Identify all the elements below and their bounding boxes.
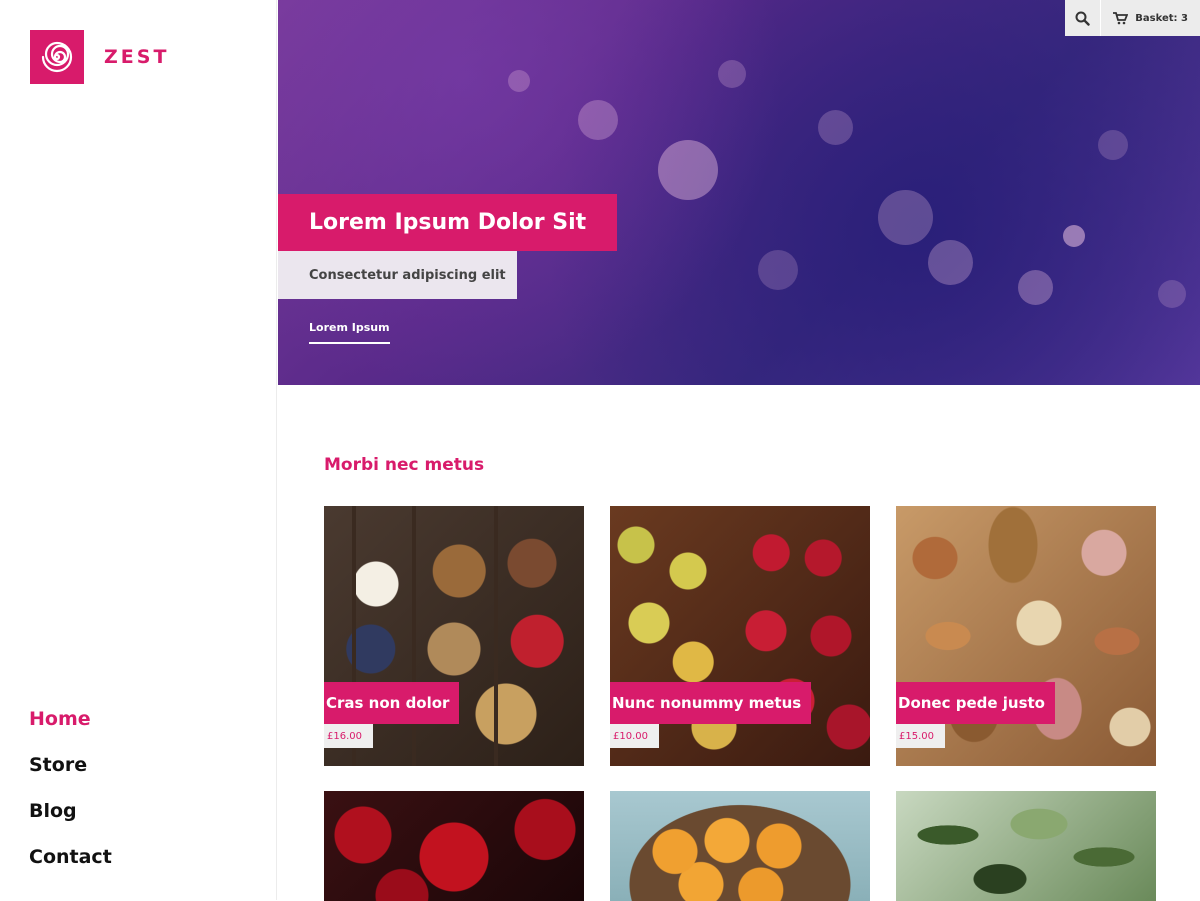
basket-button[interactable]: Basket: 3 xyxy=(1101,0,1200,36)
product-price-box: £10.00 xyxy=(610,724,659,748)
hero-link[interactable]: Lorem Ipsum xyxy=(309,321,390,344)
product-card[interactable] xyxy=(896,791,1156,901)
product-name-box: Donec pede justo xyxy=(896,682,1055,724)
product-name: Cras non dolor xyxy=(326,694,450,712)
topbar: Basket: 3 xyxy=(1065,0,1200,36)
product-card[interactable] xyxy=(324,791,584,901)
spiral-icon xyxy=(30,30,84,84)
nav-item-store[interactable]: Store xyxy=(29,749,112,795)
nav-item-home[interactable]: Home xyxy=(29,703,112,749)
basket-label: Basket: 3 xyxy=(1135,12,1188,24)
product-image xyxy=(610,791,870,901)
hero-title-box: Lorem Ipsum Dolor Sit xyxy=(278,194,618,251)
search-icon xyxy=(1075,11,1090,26)
product-price: £15.00 xyxy=(899,730,934,742)
hero-subtitle-box: Consectetur adipiscing elit xyxy=(278,251,517,299)
cart-icon xyxy=(1113,11,1129,24)
section-title: Morbi nec metus xyxy=(324,455,485,475)
product-card[interactable]: Donec pede justo £15.00 xyxy=(896,506,1156,766)
hero-banner: Lorem Ipsum Dolor Sit Consectetur adipis… xyxy=(278,0,1200,385)
brand-name: ZEST xyxy=(104,46,170,68)
search-button[interactable] xyxy=(1065,0,1102,36)
product-price-box: £15.00 xyxy=(896,724,945,748)
logo[interactable]: ZEST xyxy=(30,30,169,84)
product-name-box: Cras non dolor xyxy=(324,682,460,724)
hero-title: Lorem Ipsum Dolor Sit xyxy=(309,210,587,235)
product-image xyxy=(896,791,1156,901)
product-image xyxy=(324,791,584,901)
hero-subtitle: Consectetur adipiscing elit xyxy=(309,267,506,283)
nav-item-blog[interactable]: Blog xyxy=(29,795,112,841)
product-name: Donec pede justo xyxy=(898,694,1045,712)
nav-item-contact[interactable]: Contact xyxy=(29,841,112,887)
product-price: £16.00 xyxy=(327,730,362,742)
main-nav: Home Store Blog Contact xyxy=(29,703,112,887)
product-name-box: Nunc nonummy metus xyxy=(610,682,812,724)
product-price-box: £16.00 xyxy=(324,724,373,748)
product-card[interactable]: Nunc nonummy metus £10.00 xyxy=(610,506,870,766)
product-card[interactable] xyxy=(610,791,870,901)
sidebar: ZEST Home Store Blog Contact xyxy=(0,0,277,900)
product-price: £10.00 xyxy=(613,730,648,742)
product-name: Nunc nonummy metus xyxy=(612,694,802,712)
product-card[interactable]: Cras non dolor £16.00 xyxy=(324,506,584,766)
